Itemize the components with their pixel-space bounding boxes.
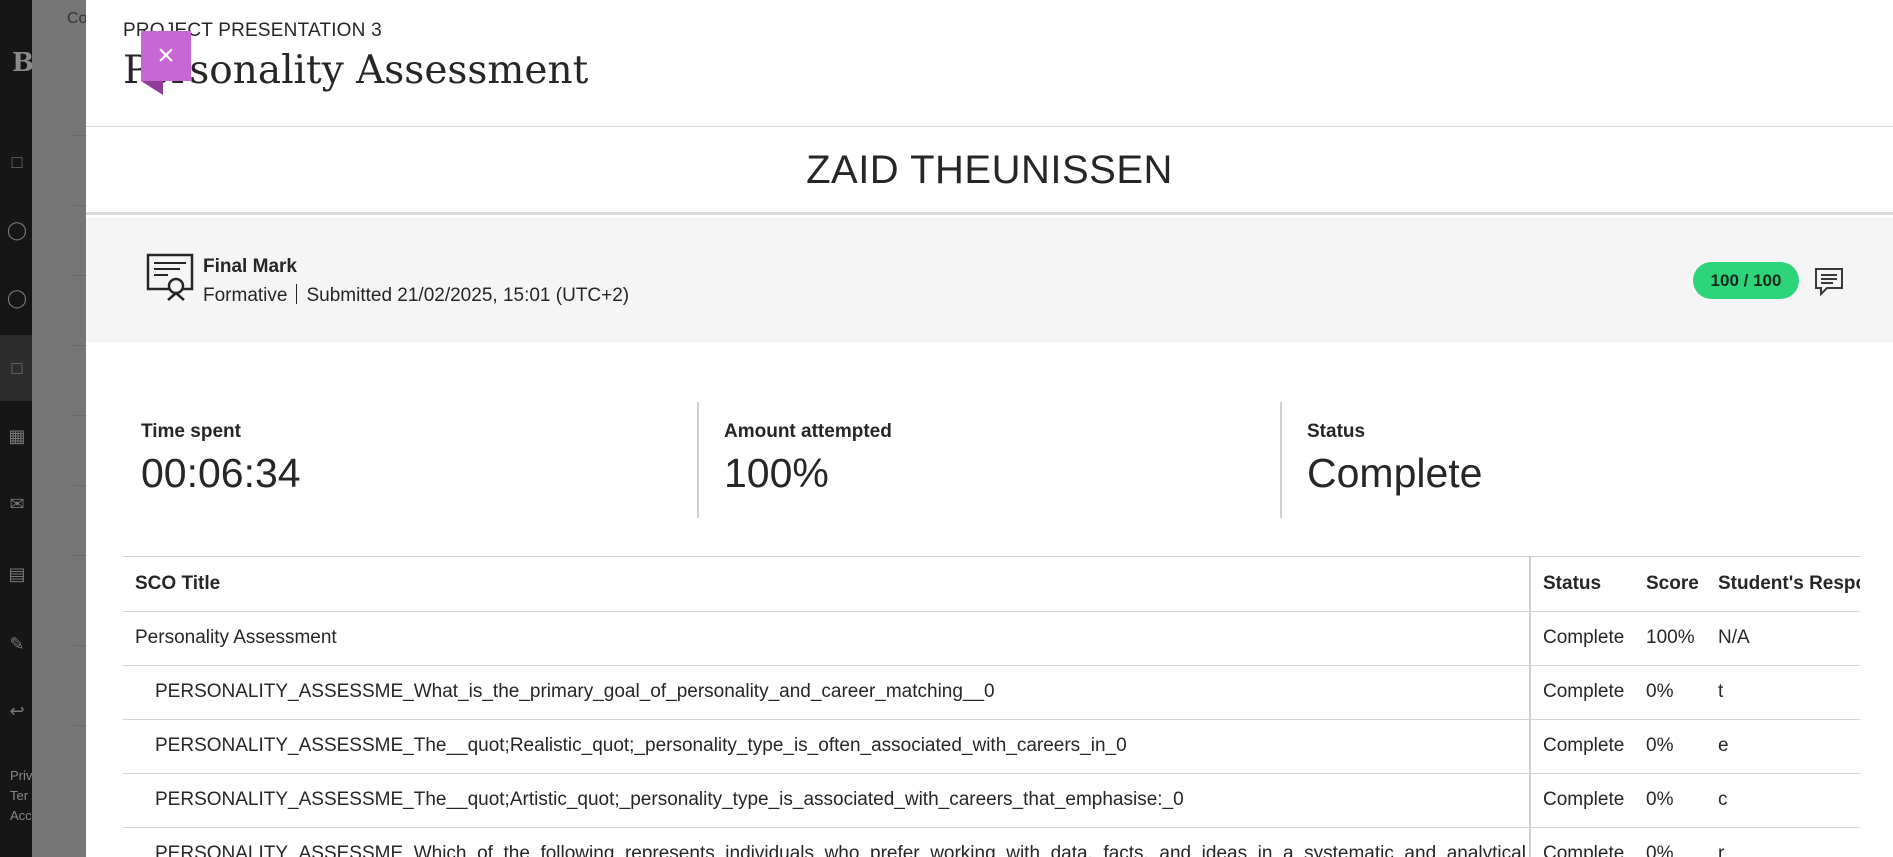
sco-score: 0% xyxy=(1634,719,1706,774)
panel-header: PROJECT PRESENTATION 3 Personality Asses… xyxy=(86,0,1893,127)
background-overlay: Co xyxy=(32,0,100,857)
student-name: ZAID THEUNISSEN xyxy=(806,148,1173,192)
sco-response: e xyxy=(1706,719,1860,774)
background-sidebar: B □ ◯ ◯ □ ▦ ✉ ▤ ✎ ↩ Priv Ter Acc xyxy=(0,0,34,857)
background-footer: Priv Ter Acc xyxy=(10,766,32,826)
sco-title: PERSONALITY_ASSESSME_Which_of_the_follow… xyxy=(123,827,1531,857)
sco-table-container[interactable]: SCO Title Status Score Student's Respo P… xyxy=(123,556,1860,857)
grade-bar xyxy=(86,218,1893,342)
table-row: PERSONALITY_ASSESSME_The__quot;Artistic_… xyxy=(123,773,1860,828)
score-pill[interactable]: 100 / 100 xyxy=(1693,262,1799,299)
column-header-score: Score xyxy=(1634,557,1706,612)
footer-line: Ter xyxy=(10,788,29,803)
footer-line: Acc xyxy=(10,808,32,823)
messages-icon: ✉ xyxy=(9,494,25,514)
column-header-response: Student's Respo xyxy=(1706,557,1860,612)
table-header-row: SCO Title Status Score Student's Respo xyxy=(123,557,1860,612)
divider xyxy=(1280,402,1282,518)
stat-status: Status Complete xyxy=(1307,402,1867,518)
grade-label: Final Mark xyxy=(203,256,297,277)
sco-response: r xyxy=(1706,827,1860,857)
institution-icon: □ xyxy=(11,152,23,172)
background-logo: B xyxy=(12,48,34,78)
close-button[interactable]: × xyxy=(141,31,191,81)
stat-value: 00:06:34 xyxy=(141,450,301,496)
sco-status: Complete xyxy=(1530,665,1634,720)
close-button-tail xyxy=(141,81,163,95)
page-title: Personality Assessment xyxy=(123,48,589,93)
submission-panel: × PROJECT PRESENTATION 3 Personality Ass… xyxy=(86,0,1893,857)
column-header-title: SCO Title xyxy=(123,557,1531,612)
table-row: PERSONALITY_ASSESSME_Which_of_the_follow… xyxy=(123,827,1860,857)
sco-status: Complete xyxy=(1530,827,1634,857)
grade-type: Formative xyxy=(203,285,288,306)
sco-score: 100% xyxy=(1634,611,1706,666)
column-header-status: Status xyxy=(1530,557,1634,612)
feedback-icon[interactable] xyxy=(1813,265,1845,297)
tools-icon: ✎ xyxy=(9,634,25,654)
sco-response: N/A xyxy=(1706,611,1860,666)
profile-icon: ◯ xyxy=(6,220,28,240)
sco-status: Complete xyxy=(1530,773,1634,828)
sco-status: Complete xyxy=(1530,719,1634,774)
sco-table: SCO Title Status Score Student's Respo P… xyxy=(123,557,1860,857)
stat-label: Amount attempted xyxy=(724,421,892,442)
sco-score: 0% xyxy=(1634,827,1706,857)
sco-title: Personality Assessment xyxy=(123,611,1531,666)
sco-status: Complete xyxy=(1530,611,1634,666)
sco-score: 0% xyxy=(1634,773,1706,828)
sign-out-icon: ↩ xyxy=(9,701,25,721)
divider xyxy=(697,402,699,518)
grade-meta: Formative Submitted 21/02/2025, 15:01 (UT… xyxy=(203,284,629,307)
background-peek-text: Co xyxy=(67,10,88,27)
sco-title: PERSONALITY_ASSESSME_The__quot;Artistic_… xyxy=(123,773,1531,828)
table-row: PERSONALITY_ASSESSME_The__quot;Realistic… xyxy=(123,719,1860,774)
stat-label: Status xyxy=(1307,421,1366,442)
calendar-icon: ▦ xyxy=(8,426,26,446)
table-row: Personality Assessment Complete 100% N/A xyxy=(123,611,1860,666)
courses-icon: □ xyxy=(11,358,23,378)
certificate-icon xyxy=(146,253,194,301)
stat-value: 100% xyxy=(724,450,829,496)
sco-response: c xyxy=(1706,773,1860,828)
stat-time-spent: Time spent 00:06:34 xyxy=(141,402,741,518)
grades-icon: ▤ xyxy=(8,564,26,584)
table-row: PERSONALITY_ASSESSME_What_is_the_primary… xyxy=(123,665,1860,720)
stat-amount-attempted: Amount attempted 100% xyxy=(724,402,1324,518)
sco-title: PERSONALITY_ASSESSME_The__quot;Realistic… xyxy=(123,719,1531,774)
sco-response: t xyxy=(1706,665,1860,720)
sco-score: 0% xyxy=(1634,665,1706,720)
globe-icon: ◯ xyxy=(6,288,28,308)
stat-value: Complete xyxy=(1307,450,1483,496)
divider xyxy=(296,284,298,304)
close-icon: × xyxy=(157,39,175,72)
sco-title: PERSONALITY_ASSESSME_What_is_the_primary… xyxy=(123,665,1531,720)
footer-line: Priv xyxy=(10,768,33,783)
stat-label: Time spent xyxy=(141,421,241,442)
stats-row: Time spent 00:06:34 Amount attempted 100… xyxy=(86,402,1893,518)
submitted-date: Submitted 21/02/2025, 15:01 (UTC+2) xyxy=(306,285,630,306)
